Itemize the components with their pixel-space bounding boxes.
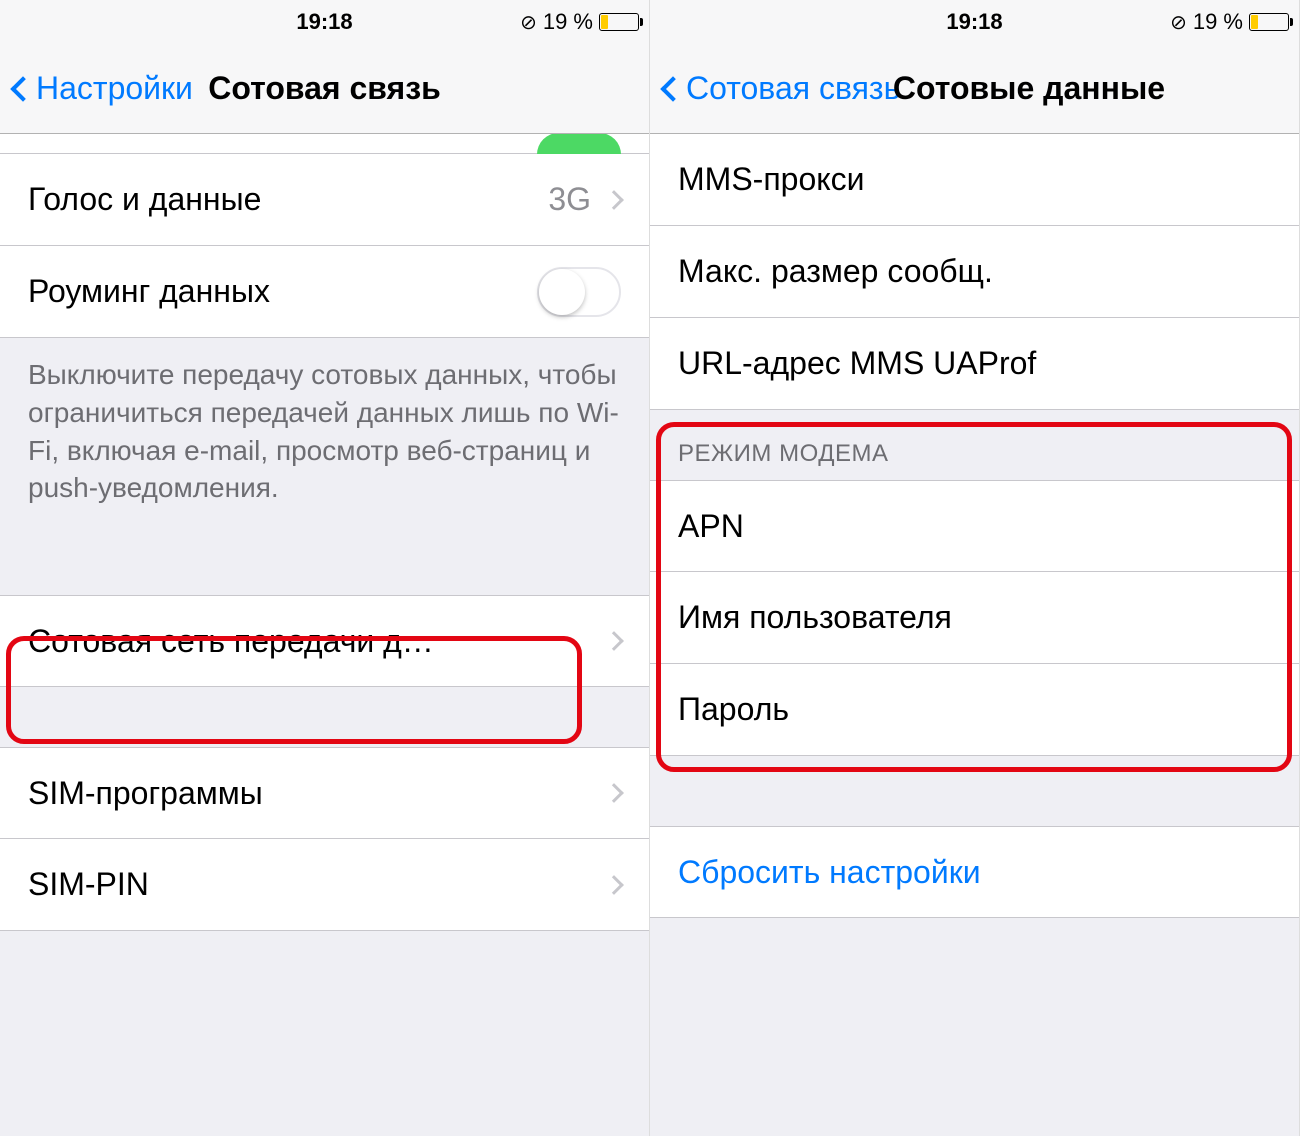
- battery-icon: [599, 13, 639, 31]
- status-right: ⊘ 19 %: [1089, 9, 1289, 35]
- row-reset-settings[interactable]: Сбросить настройки: [650, 826, 1299, 918]
- partial-row-top: [0, 134, 649, 154]
- chevron-right-icon: [604, 631, 624, 651]
- section-gap: [0, 687, 649, 747]
- content-right: MMS-прокси Макс. размер сообщ. URL-адрес…: [650, 134, 1299, 1136]
- roaming-toggle[interactable]: [537, 267, 621, 317]
- row-label: Голос и данные: [28, 181, 548, 218]
- orientation-lock-icon: ⊘: [1170, 10, 1187, 35]
- status-bar: 19:18 ⊘ 19 %: [650, 0, 1299, 44]
- status-right: ⊘ 19 %: [439, 9, 639, 35]
- row-voice-data[interactable]: Голос и данные 3G: [0, 154, 649, 246]
- status-time: 19:18: [210, 9, 439, 35]
- row-mms-uaprof[interactable]: URL-адрес MMS UAProf: [650, 318, 1299, 410]
- orientation-lock-icon: ⊘: [520, 10, 537, 35]
- row-sim-pin[interactable]: SIM-PIN: [0, 839, 649, 931]
- section-footer: Выключите передачу сотовых данных, чтобы…: [0, 338, 649, 535]
- page-title: Сотовые данные: [893, 70, 1165, 107]
- battery-percent: 19 %: [1193, 9, 1243, 35]
- battery-percent: 19 %: [543, 9, 593, 35]
- chevron-left-icon: [10, 76, 35, 101]
- nav-bar: Сотовая связь Сотовые данные: [650, 44, 1299, 134]
- status-bar: 19:18 ⊘ 19 %: [0, 0, 649, 44]
- chevron-right-icon: [604, 190, 624, 210]
- phone-right: 19:18 ⊘ 19 % Сотовая связь Сотовые данны…: [650, 0, 1300, 1136]
- chevron-right-icon: [604, 783, 624, 803]
- page-title: Сотовая связь: [208, 70, 441, 107]
- row-label: Роуминг данных: [28, 273, 537, 310]
- back-button[interactable]: Сотовая связь: [658, 70, 900, 107]
- row-username[interactable]: Имя пользователя: [650, 572, 1299, 664]
- row-label: Пароль: [678, 691, 1271, 728]
- row-label: URL-адрес MMS UAProf: [678, 345, 1271, 382]
- row-apn[interactable]: APN: [650, 480, 1299, 572]
- row-cellular-network[interactable]: Сотовая сеть передачи д…: [0, 595, 649, 687]
- row-value: 3G: [548, 181, 591, 218]
- row-password[interactable]: Пароль: [650, 664, 1299, 756]
- back-button[interactable]: Настройки: [8, 70, 193, 107]
- row-label: SIM-PIN: [28, 866, 607, 903]
- battery-icon: [1249, 13, 1289, 31]
- row-mms-max-size[interactable]: Макс. размер сообщ.: [650, 226, 1299, 318]
- row-label: MMS-прокси: [678, 161, 1271, 198]
- section-gap: [0, 535, 649, 595]
- row-label: Сотовая сеть передачи д…: [28, 623, 607, 660]
- row-mms-proxy[interactable]: MMS-прокси: [650, 134, 1299, 226]
- phone-left: 19:18 ⊘ 19 % Настройки Сотовая связь Гол…: [0, 0, 650, 1136]
- chevron-left-icon: [660, 76, 685, 101]
- nav-bar: Настройки Сотовая связь: [0, 44, 649, 134]
- back-label: Сотовая связь: [686, 70, 900, 107]
- row-label: Сбросить настройки: [678, 854, 1271, 891]
- section-gap: [650, 756, 1299, 826]
- row-label: Имя пользователя: [678, 599, 1271, 636]
- row-sim-apps[interactable]: SIM-программы: [0, 747, 649, 839]
- back-label: Настройки: [36, 70, 193, 107]
- content-left: Голос и данные 3G Роуминг данных Выключи…: [0, 134, 649, 1136]
- chevron-right-icon: [604, 875, 624, 895]
- row-label: SIM-программы: [28, 775, 607, 812]
- row-label: APN: [678, 508, 1271, 545]
- status-time: 19:18: [860, 9, 1089, 35]
- group-header-modem: РЕЖИМ МОДЕМА: [650, 410, 1299, 480]
- row-label: Макс. размер сообщ.: [678, 253, 1271, 290]
- row-roaming[interactable]: Роуминг данных: [0, 246, 649, 338]
